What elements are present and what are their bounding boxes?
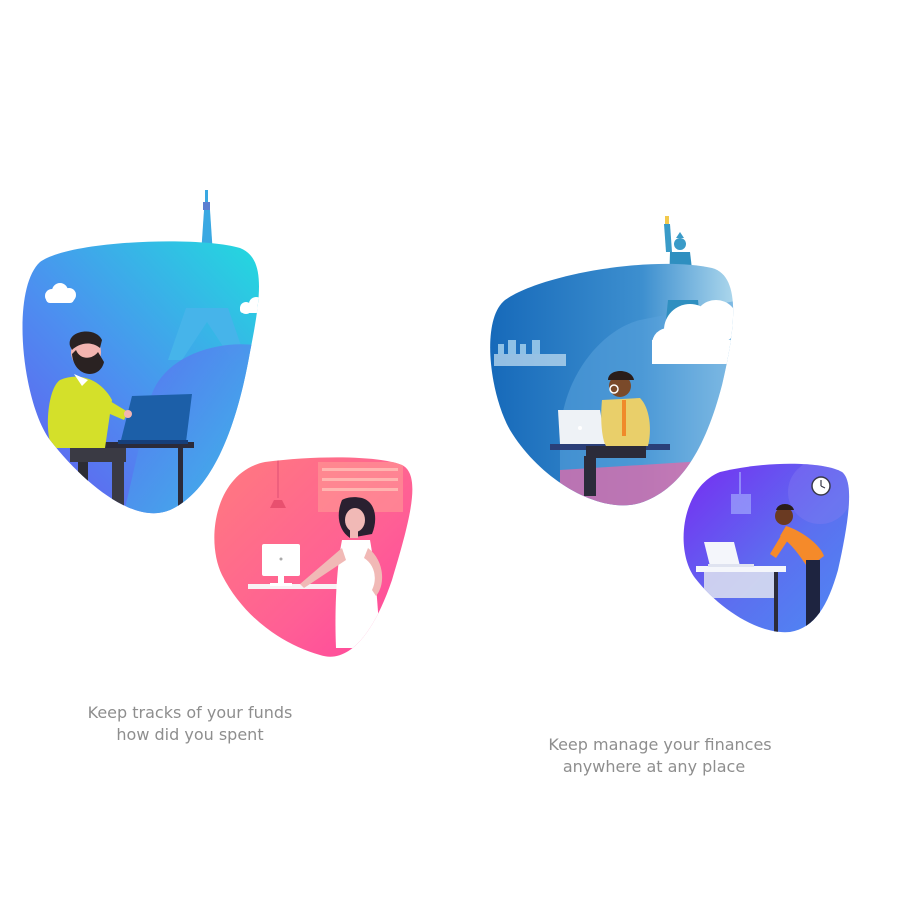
- caption-line-2: anywhere at any place: [562, 757, 746, 776]
- laptop-icon: [558, 410, 606, 444]
- caption-line-1: Keep manage your finances: [548, 735, 772, 754]
- caption-line-1: Keep tracks of your funds: [87, 703, 293, 722]
- office-illustration: [214, 457, 413, 657]
- card-caption-finances: Keep manage your finances anywhere at an…: [530, 734, 790, 778]
- standing-desk-illustration: [683, 463, 850, 633]
- new-york-illustration: [490, 216, 734, 506]
- caption-line-2: how did you spent: [116, 725, 264, 744]
- laptop-icon: [704, 542, 740, 566]
- clock-icon: [811, 476, 831, 496]
- card-caption-funds: Keep tracks of your funds how did you sp…: [70, 702, 310, 746]
- onboarding-illustrations: [22, 190, 850, 657]
